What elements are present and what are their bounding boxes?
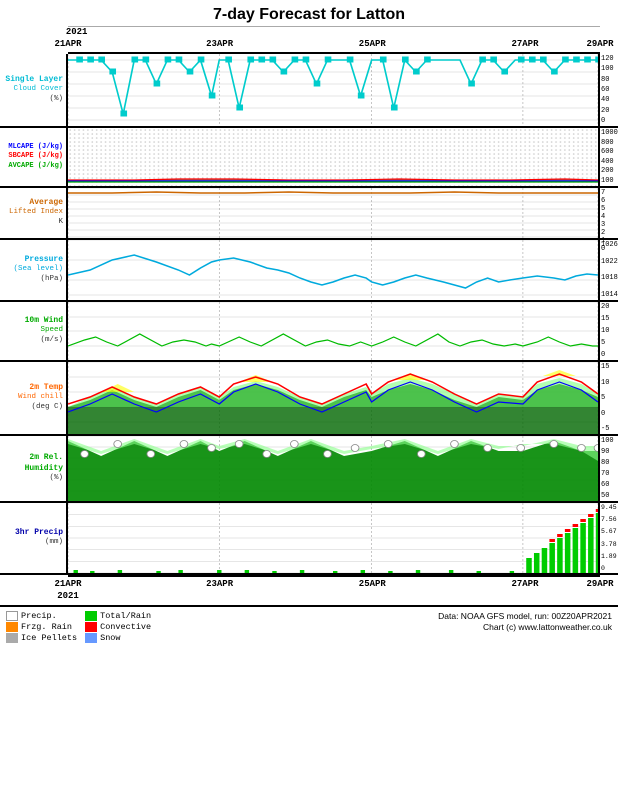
cape-panel: MLCAPE (J/kg) SBCAPE (J/kg) AVCAPE (J/kg… bbox=[0, 128, 618, 188]
bottom-date-25: 25APR bbox=[359, 579, 386, 589]
legend-convective: Convective bbox=[85, 622, 156, 632]
pressure-svg bbox=[68, 240, 598, 300]
date-header: 2021 21APR 23APR 25APR 27APR 29APR bbox=[68, 27, 600, 52]
wind-yaxis: 20 15 10 5 0 bbox=[600, 302, 618, 360]
pressure-panel: Pressure (Sea level) (hPa) 1026 1022 bbox=[0, 240, 618, 302]
cloud-panel: Single Layer Cloud Cover (%) bbox=[0, 54, 618, 128]
cloud-yaxis: 120 100 80 60 40 20 0 bbox=[600, 54, 618, 126]
legend-ice-label: Ice Pellets bbox=[21, 633, 77, 643]
page-title: 7-day Forecast for Latton bbox=[0, 0, 618, 26]
wind-svg bbox=[68, 302, 598, 360]
date-27apr-top: 27APR bbox=[511, 39, 538, 49]
legend-snow: Snow bbox=[85, 633, 156, 643]
legend-total-rain-label: Total/Rain bbox=[100, 611, 151, 621]
humidity-label: 2m Rel. Humidity (%) bbox=[0, 436, 68, 501]
bottom-axis: 21APR 23APR 25APR 27APR 29APR 2021 bbox=[68, 575, 600, 605]
date-25apr-top: 25APR bbox=[359, 39, 386, 49]
legend-total-rain-box bbox=[85, 611, 97, 621]
date-23apr-top: 23APR bbox=[206, 39, 233, 49]
humidity-yaxis: 100 90 80 70 60 50 bbox=[600, 436, 618, 501]
cape-label: MLCAPE (J/kg) SBCAPE (J/kg) AVCAPE (J/kg… bbox=[0, 128, 68, 186]
humidity-panel: 2m Rel. Humidity (%) bbox=[0, 436, 618, 503]
humidity-chart bbox=[68, 436, 600, 501]
wind-chart bbox=[68, 302, 600, 360]
cape-yaxis: 1000 800 600 400 200 100 bbox=[600, 128, 618, 186]
legend-snow-box bbox=[85, 633, 97, 643]
wind-label: 10m Wind Speed (m/s) bbox=[0, 302, 68, 360]
legend-frzg-rain-box bbox=[6, 622, 18, 632]
temp-chart bbox=[68, 362, 600, 434]
bottom-date-21: 21APR bbox=[54, 579, 81, 589]
bottom-year: 2021 bbox=[57, 591, 79, 601]
legend-ice-box bbox=[6, 633, 18, 643]
legend-left: Precip. Total/Rain Frzg. Rain Convective… bbox=[6, 611, 156, 643]
legend-precip-box bbox=[6, 611, 18, 621]
wind-panel: 10m Wind Speed (m/s) bbox=[0, 302, 618, 362]
legend-frzg-rain-label: Frzg. Rain bbox=[21, 622, 72, 632]
li-chart bbox=[68, 188, 600, 238]
li-panel: Average Lifted Index K bbox=[0, 188, 618, 240]
temp-svg bbox=[68, 362, 598, 434]
li-svg bbox=[68, 188, 598, 238]
bottom-date-27: 27APR bbox=[511, 579, 538, 589]
temp-yaxis: 15 10 5 0 -5 bbox=[600, 362, 618, 434]
legend-convective-label: Convective bbox=[100, 622, 151, 632]
legend-convective-box bbox=[85, 622, 97, 632]
legend-right: Data: NOAA GFS model, run: 00Z20APR2021 … bbox=[438, 611, 612, 633]
bottom-date-23: 23APR bbox=[206, 579, 233, 589]
legend-area: Precip. Total/Rain Frzg. Rain Convective… bbox=[0, 605, 618, 647]
temp-label: 2m Temp Wind chill (deg C) bbox=[0, 362, 68, 434]
precip-label: 3hr Precip (mm) bbox=[0, 503, 68, 573]
humidity-svg bbox=[68, 436, 598, 501]
cloud-label: Single Layer Cloud Cover (%) bbox=[0, 54, 68, 126]
legend-ice: Ice Pellets bbox=[6, 633, 77, 643]
li-yaxis: 7 6 5 4 3 2 1 0 bbox=[600, 188, 618, 238]
date-29apr-top: 29APR bbox=[586, 39, 613, 49]
precip-svg bbox=[68, 503, 598, 573]
cloud-svg bbox=[68, 54, 598, 126]
li-label: Average Lifted Index K bbox=[0, 188, 68, 238]
temp-panel: 2m Temp Wind chill (deg C) bbox=[0, 362, 618, 436]
legend-total-rain: Total/Rain bbox=[85, 611, 156, 621]
pressure-chart bbox=[68, 240, 600, 300]
legend-precip-label: Precip. bbox=[21, 611, 57, 621]
precip-chart bbox=[68, 503, 600, 573]
bottom-date-row: 21APR 23APR 25APR 27APR 29APR 2021 bbox=[68, 577, 600, 605]
chart-credit: Chart (c) www.lattonweather.co.uk bbox=[438, 622, 612, 632]
legend-frzg-rain: Frzg. Rain bbox=[6, 622, 77, 632]
cape-chart bbox=[68, 128, 600, 186]
cape-svg bbox=[68, 128, 598, 186]
legend-snow-label: Snow bbox=[100, 633, 120, 643]
page-container: 7-day Forecast for Latton 2021 21APR 23A… bbox=[0, 0, 618, 800]
legend-precip: Precip. bbox=[6, 611, 77, 621]
bottom-date-29: 29APR bbox=[586, 579, 613, 589]
date-21apr-top: 21APR bbox=[54, 39, 81, 49]
precip-yaxis: 9.45 7.56 5.67 3.78 1.89 0 bbox=[600, 503, 618, 573]
precip-panel: 3hr Precip (mm) bbox=[0, 503, 618, 575]
data-credit: Data: NOAA GFS model, run: 00Z20APR2021 bbox=[438, 611, 612, 621]
pressure-label: Pressure (Sea level) (hPa) bbox=[0, 240, 68, 300]
pressure-yaxis: 1026 1022 1018 1014 bbox=[600, 240, 618, 300]
cloud-chart bbox=[68, 54, 600, 126]
year-label: 2021 bbox=[66, 27, 88, 37]
